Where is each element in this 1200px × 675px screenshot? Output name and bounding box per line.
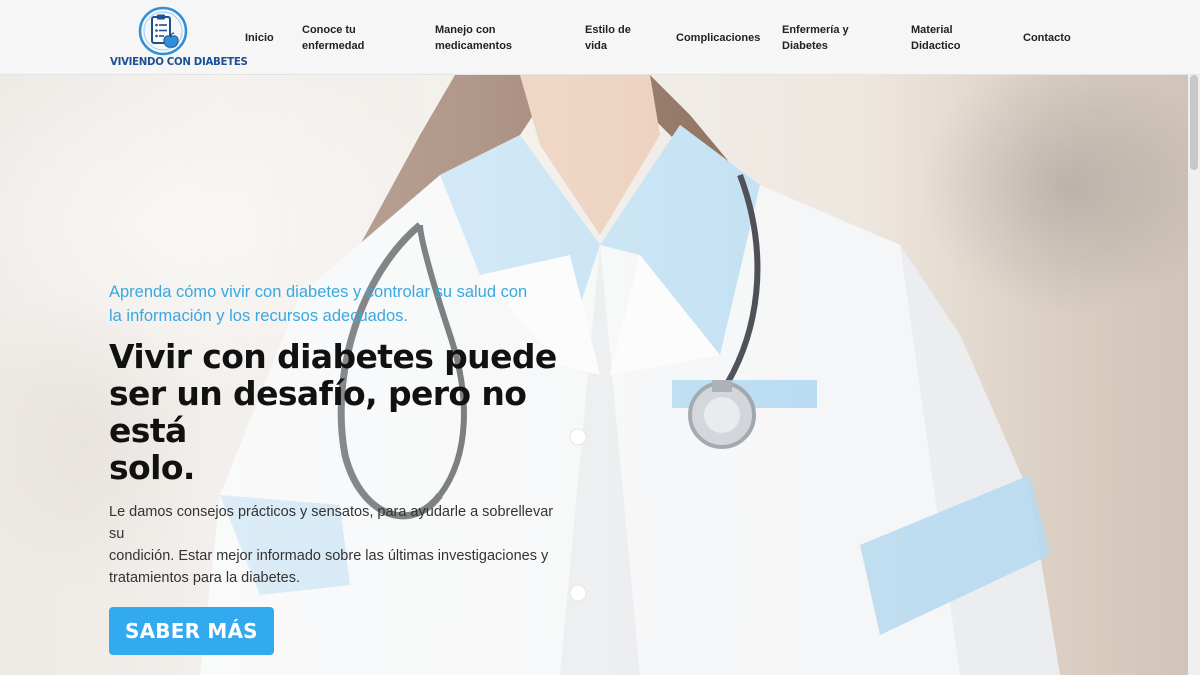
nav-label: enfermedad — [302, 40, 365, 52]
nav-label: Contacto — [1023, 32, 1071, 44]
nav-label: Enfermería y — [782, 24, 849, 36]
clipboard-apple-icon — [138, 6, 188, 56]
headline-line: Vivir con diabetes puede — [109, 337, 557, 376]
site-logo[interactable]: VIVIENDO CON DIABETES — [110, 6, 248, 70]
nav-label: Didactico — [911, 40, 961, 52]
nav-conoce-tu-enfermedad[interactable]: Conoce tu enfermedad — [302, 22, 364, 54]
scrollbar-thumb[interactable] — [1190, 75, 1198, 170]
nav-inicio[interactable]: Inicio — [245, 30, 274, 46]
saber-mas-button[interactable]: SABER MÁS — [109, 607, 274, 655]
nav-manejo-con-medicamentos[interactable]: Manejo con medicamentos — [435, 22, 512, 54]
tagline-line: Aprenda cómo vivir con diabetes y contro… — [109, 283, 528, 301]
hero-tagline: Aprenda cómo vivir con diabetes y contro… — [109, 280, 579, 328]
nav-complicaciones[interactable]: Complicaciones — [676, 30, 760, 46]
hero-headline: Vivir con diabetes puede ser un desafío,… — [109, 338, 579, 486]
description-line: condición. Estar mejor informado sobre l… — [109, 548, 549, 564]
site-header: VIVIENDO CON DIABETES Inicio Conoce tu e… — [0, 0, 1200, 75]
hero-content: Aprenda cómo vivir con diabetes y contro… — [109, 280, 579, 655]
hero-section: Aprenda cómo vivir con diabetes y contro… — [0, 75, 1200, 675]
nav-label: Material — [911, 24, 953, 36]
nav-label: Estilo de — [585, 24, 631, 36]
hero-description: Le damos consejos prácticos y sensatos, … — [109, 501, 569, 589]
headline-line: solo. — [109, 448, 195, 487]
nav-label: vida — [585, 40, 608, 52]
nav-enfermeria-y-diabetes[interactable]: Enfermería y Diabetes — [782, 22, 849, 54]
nav-label: Diabetes — [782, 40, 828, 52]
nav-label: Manejo con — [435, 24, 496, 36]
nav-contacto[interactable]: Contacto — [1023, 30, 1071, 46]
page-scrollbar[interactable] — [1188, 75, 1200, 675]
headline-line: ser un desafío, pero no está — [109, 374, 527, 450]
nav-label: medicamentos — [435, 40, 513, 52]
description-line: tratamientos para la diabetes. — [109, 570, 301, 586]
nav-label: Complicaciones — [676, 32, 761, 44]
nav-label: Conoce tu — [302, 24, 356, 36]
description-line: Le damos consejos prácticos y sensatos, … — [109, 504, 554, 542]
nav-label: Inicio — [245, 32, 274, 44]
logo-text: VIVIENDO CON DIABETES — [110, 57, 248, 68]
tagline-line: la información y los recursos adecuados. — [109, 307, 408, 325]
nav-material-didactico[interactable]: Material Didactico — [911, 22, 961, 54]
nav-estilo-de-vida[interactable]: Estilo de vida — [585, 22, 631, 54]
